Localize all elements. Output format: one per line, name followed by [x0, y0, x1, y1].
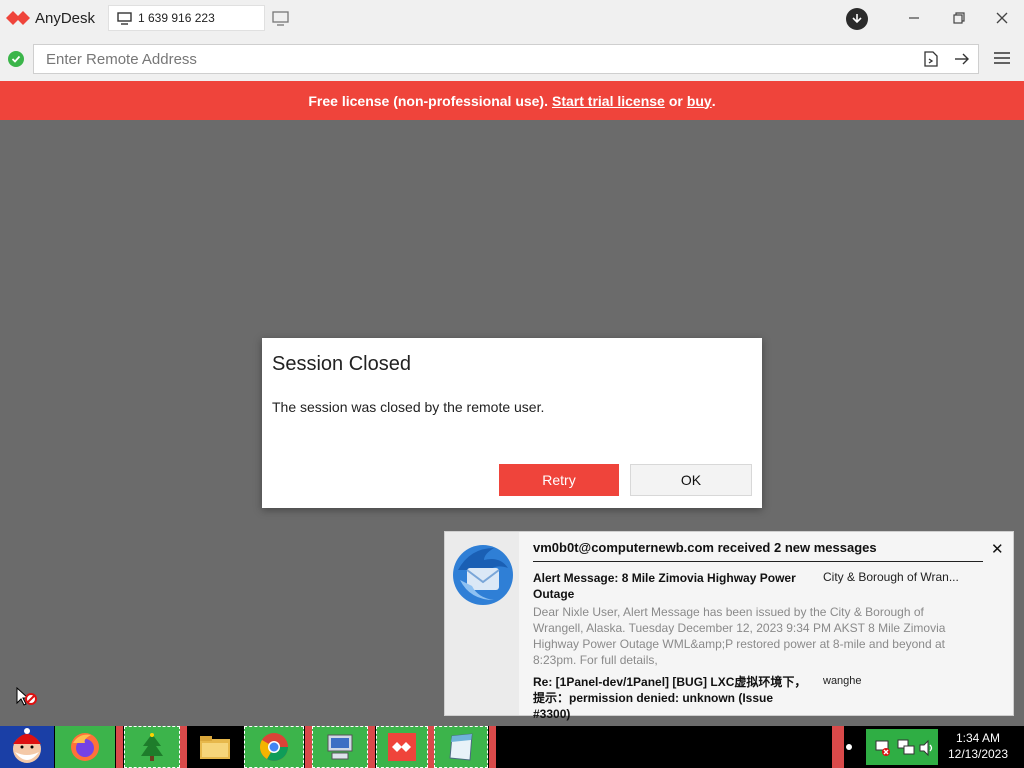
- anydesk-taskbar-icon: [388, 733, 416, 761]
- new-tab-icon[interactable]: [272, 11, 290, 32]
- address-row: [0, 36, 1024, 81]
- chrome-icon: [260, 733, 288, 761]
- clock-time: 1:34 AM: [955, 731, 1001, 745]
- banner-suffix: .: [711, 92, 716, 109]
- message-subject[interactable]: Re: [1Panel-dev/1Panel] [BUG] LXC虚拟环境下，提…: [533, 674, 813, 722]
- network-error-icon[interactable]: [874, 739, 892, 757]
- computer-icon: [327, 734, 353, 760]
- taskbar: 1:34 AM 12/13/2023: [0, 726, 1024, 768]
- tray-dot-icon: [846, 744, 852, 750]
- taskbar-notepad[interactable]: [434, 726, 488, 768]
- remote-address-input[interactable]: [33, 44, 979, 74]
- address-tab[interactable]: 1 639 916 223: [108, 5, 265, 31]
- dialog-message: The session was closed by the remote use…: [272, 399, 545, 415]
- banner-or: or: [668, 92, 683, 109]
- taskbar-separator: [180, 726, 187, 768]
- connection-ok-icon: [8, 51, 24, 67]
- taskbar-separator: [368, 726, 375, 768]
- buy-link[interactable]: buy: [687, 93, 712, 109]
- network-icon[interactable]: [896, 738, 916, 758]
- taskbar-chrome[interactable]: [244, 726, 304, 768]
- taskbar-clock[interactable]: 1:34 AM 12/13/2023: [940, 730, 1016, 762]
- hamburger-menu-icon[interactable]: [993, 51, 1011, 70]
- no-drop-cursor-icon: [16, 687, 37, 706]
- dialog-title: Session Closed: [272, 353, 411, 375]
- firefox-icon: [71, 733, 99, 761]
- mail-notification[interactable]: vm0b0t@computernewb.com received 2 new m…: [444, 531, 1014, 721]
- monitor-icon: [117, 11, 132, 25]
- notification-close-icon[interactable]: ✕: [991, 540, 1004, 558]
- restore-icon[interactable]: [950, 9, 968, 27]
- notepad-icon: [449, 733, 473, 761]
- title-bar: AnyDesk 1 639 916 223: [0, 0, 1024, 36]
- system-tray: [866, 729, 938, 765]
- session-closed-dialog: Session Closed The session was closed by…: [262, 338, 762, 508]
- message-preview: Dear Nixle User, Alert Message has been …: [533, 605, 946, 667]
- message-sender: City & Borough of Wran...: [823, 570, 959, 584]
- notification-divider: [533, 561, 983, 562]
- tray-marker: [832, 726, 844, 768]
- taskbar-firefox[interactable]: [55, 726, 115, 768]
- thunderbird-icon: [453, 545, 513, 605]
- taskbar-separator: [305, 726, 312, 768]
- license-banner: Free license (non-professional use). Sta…: [0, 81, 1024, 120]
- taskbar-separator: [116, 726, 123, 768]
- taskbar-separator: [489, 726, 496, 768]
- retry-button[interactable]: Retry: [499, 464, 619, 496]
- ok-button[interactable]: OK: [630, 464, 752, 496]
- clock-date: 12/13/2023: [947, 747, 1009, 761]
- minimize-icon[interactable]: [905, 9, 923, 27]
- start-button[interactable]: [0, 726, 54, 768]
- banner-text: Free license (non-professional use).: [308, 92, 548, 109]
- connect-arrow-icon[interactable]: [953, 50, 971, 68]
- file-transfer-icon[interactable]: [922, 50, 940, 68]
- message-subject[interactable]: Alert Message: 8 Mile Zimovia Highway Po…: [533, 570, 803, 602]
- taskbar-anydesk[interactable]: [376, 726, 428, 768]
- notification-header: vm0b0t@computernewb.com received 2 new m…: [533, 540, 877, 555]
- message-sender: wanghe: [823, 675, 862, 687]
- christmas-tree-icon: [141, 733, 163, 761]
- close-icon[interactable]: [993, 9, 1011, 27]
- santa-start-icon: [13, 728, 41, 763]
- address-tab-label: 1 639 916 223: [138, 11, 215, 25]
- app-title: AnyDesk: [35, 9, 96, 27]
- anydesk-logo: AnyDesk: [6, 9, 95, 27]
- taskbar-explorer[interactable]: [188, 726, 242, 768]
- taskbar-tree-app[interactable]: [124, 726, 180, 768]
- start-trial-link[interactable]: Start trial license: [552, 93, 665, 109]
- taskbar-remote-desktop[interactable]: [312, 726, 368, 768]
- folder-icon: [200, 736, 230, 759]
- notification-icon-column: [445, 532, 519, 715]
- volume-icon[interactable]: [918, 739, 936, 757]
- download-icon[interactable]: [846, 8, 868, 30]
